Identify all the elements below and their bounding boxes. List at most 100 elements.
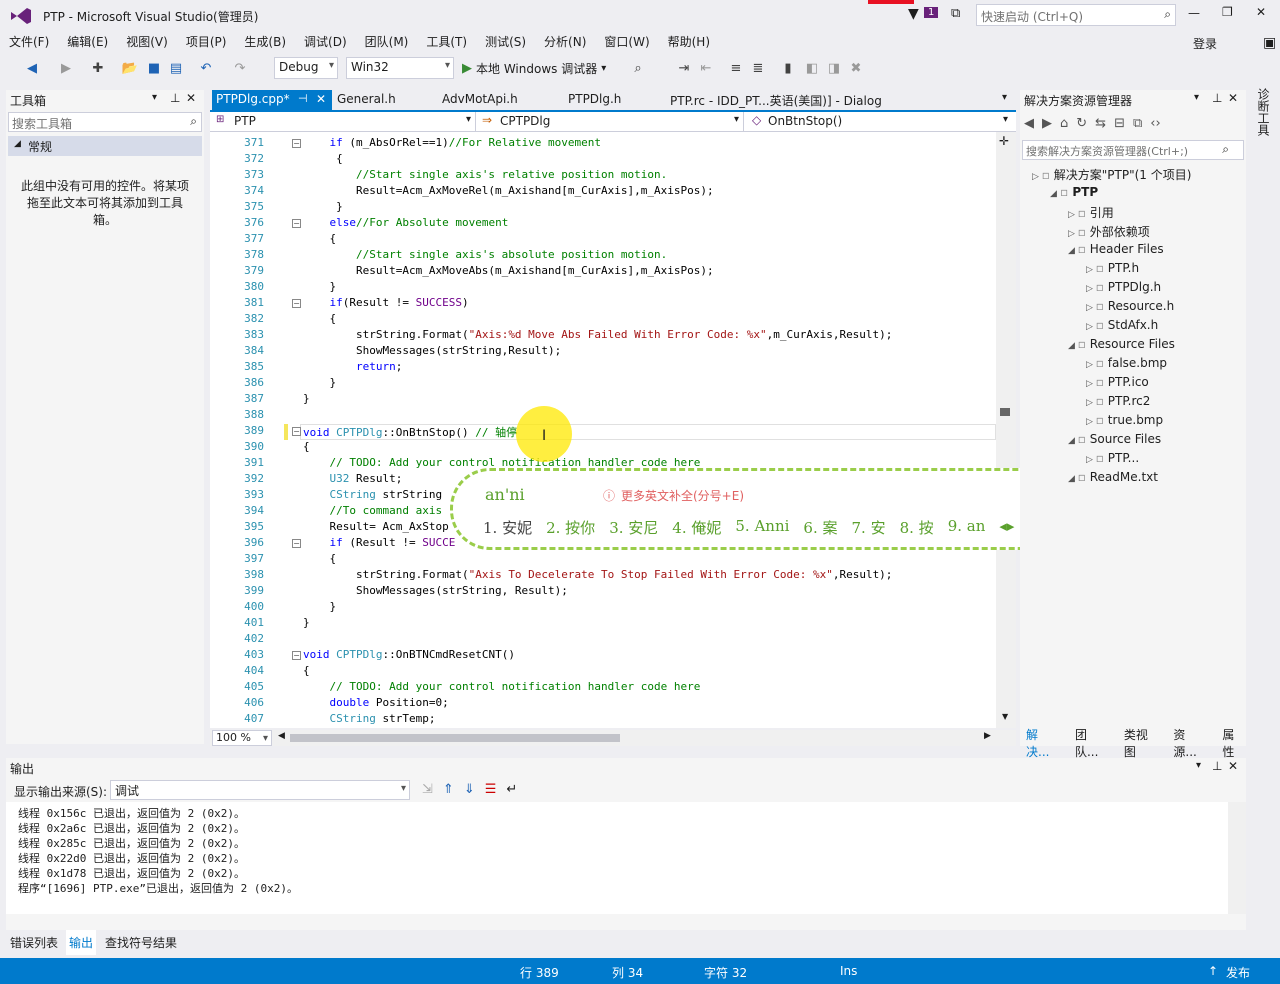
- clear-all-icon[interactable]: ☰: [485, 782, 497, 797]
- tab-ptpdlg-h[interactable]: PTPDlg.h: [568, 92, 621, 106]
- page-arrows-icon[interactable]: ◂▸: [999, 517, 1014, 538]
- back-icon[interactable]: ◀: [22, 58, 42, 78]
- bookmark-icon[interactable]: ▮: [778, 58, 798, 78]
- open-icon[interactable]: 📂: [120, 58, 140, 78]
- fold-toggle-icon[interactable]: −: [292, 139, 301, 148]
- scroll-left-icon[interactable]: ◀: [278, 731, 285, 741]
- split-icon[interactable]: ✛: [999, 134, 1009, 148]
- close-icon[interactable]: ✕: [186, 91, 196, 105]
- config-dropdown[interactable]: Debug: [274, 57, 338, 79]
- tree-item[interactable]: ◢ ▫ Source Files: [1068, 432, 1161, 446]
- menu-help[interactable]: 帮助(H): [659, 30, 719, 53]
- zoom-dropdown[interactable]: 100 %: [212, 730, 272, 746]
- pin-icon[interactable]: ⊣: [298, 92, 308, 105]
- outdent-icon[interactable]: ⇤: [696, 58, 716, 78]
- collapse-icon[interactable]: ⊟: [1114, 116, 1125, 134]
- login-link[interactable]: 登录: [1184, 32, 1226, 55]
- ime-candidate[interactable]: 6. 案: [803, 517, 837, 538]
- forward-icon[interactable]: ▶: [1042, 116, 1052, 134]
- project-dropdown[interactable]: ⊞ PTP ▾: [212, 112, 476, 131]
- tree-item[interactable]: ▷ ▫ PTP.rc2: [1086, 394, 1150, 408]
- expand-arrow-icon[interactable]: ◢: [1050, 189, 1060, 199]
- goto-icon[interactable]: ⇲: [422, 782, 433, 797]
- tab-advmotapi-h[interactable]: AdvMotApi.h: [442, 92, 518, 106]
- expand-arrow-icon[interactable]: ▷: [1086, 360, 1096, 370]
- tab-solution-explorer[interactable]: 解决...: [1026, 726, 1061, 759]
- tab-ptp-rc[interactable]: PTP.rc - IDD_PT...英语(美国)] - Dialog: [670, 92, 882, 109]
- tree-item[interactable]: ▷ ▫ 外部依赖项: [1068, 223, 1150, 240]
- scroll-down-icon[interactable]: ▼: [1002, 712, 1008, 721]
- horizontal-scroll-thumb[interactable]: [290, 734, 620, 742]
- editor-vertical-scrollbar[interactable]: ✛ ▼: [996, 132, 1016, 728]
- tab-properties[interactable]: 属性: [1222, 726, 1246, 759]
- tab-ptpdlg-cpp[interactable]: PTPDlg.cpp* ⊣ ✕: [212, 90, 332, 110]
- filter-icon[interactable]: ▼: [908, 6, 919, 22]
- expand-arrow-icon[interactable]: ▷: [1086, 455, 1096, 465]
- pin-icon[interactable]: ⊥: [170, 91, 180, 105]
- quick-launch[interactable]: 快速启动 (Ctrl+Q) ⌕: [976, 4, 1176, 26]
- ime-candidate[interactable]: 9. an: [948, 517, 986, 538]
- history-icon[interactable]: ↻: [1076, 116, 1087, 134]
- diagnostic-tools-tab[interactable]: 诊断工具: [1256, 88, 1272, 136]
- word-wrap-icon[interactable]: ↵: [506, 782, 517, 797]
- menu-build[interactable]: 生成(B): [235, 30, 295, 53]
- tree-item[interactable]: ▷ ▫ PTP.h: [1086, 261, 1139, 275]
- ime-candidate[interactable]: 2. 按你: [546, 517, 595, 538]
- tree-item[interactable]: ▷ ▫ PTPDlg.h: [1086, 280, 1161, 294]
- tree-item[interactable]: ▷ ▫ false.bmp: [1086, 356, 1167, 370]
- member-dropdown[interactable]: ◇ OnBtnStop() ▾: [748, 112, 1012, 131]
- fold-toggle-icon[interactable]: −: [292, 427, 301, 436]
- pin-icon[interactable]: ⊥: [1212, 759, 1222, 773]
- expand-arrow-icon[interactable]: ▷: [1086, 303, 1096, 313]
- platform-dropdown[interactable]: Win32: [346, 57, 454, 79]
- fold-toggle-icon[interactable]: −: [292, 219, 301, 228]
- tab-team-explorer[interactable]: 团队...: [1075, 726, 1110, 759]
- tree-item[interactable]: ▷ ▫ PTP...: [1086, 451, 1139, 465]
- menu-team[interactable]: 团队(M): [356, 30, 418, 53]
- tree-item[interactable]: ▷ ▫ PTP.ico: [1086, 375, 1149, 389]
- menu-project[interactable]: 项目(P): [177, 30, 236, 53]
- minimize-button[interactable]: —: [1188, 6, 1200, 20]
- expand-arrow-icon[interactable]: ▷: [1086, 322, 1096, 332]
- start-debug-button[interactable]: ▶ 本地 Windows 调试器 ▾: [462, 58, 606, 78]
- tab-general-h[interactable]: General.h: [337, 92, 396, 106]
- prev-message-icon[interactable]: ⇑: [443, 782, 454, 797]
- find-icon[interactable]: ⌕: [628, 58, 648, 78]
- undo-icon[interactable]: ↶: [196, 58, 216, 78]
- scroll-thumb[interactable]: [1000, 408, 1010, 416]
- code-icon[interactable]: ‹›: [1150, 116, 1160, 134]
- comment-icon[interactable]: ≡: [726, 58, 746, 78]
- tree-item[interactable]: ▷ ▫ 解决方案"PTP"(1 个项目): [1032, 166, 1191, 183]
- ime-hint[interactable]: 更多英文补全(分号+E): [621, 487, 744, 504]
- tab-error-list[interactable]: 错误列表: [10, 934, 58, 951]
- menu-file[interactable]: 文件(F): [0, 30, 58, 53]
- expand-arrow-icon[interactable]: ▷: [1068, 229, 1078, 239]
- menu-analyze[interactable]: 分析(N): [535, 30, 595, 53]
- redo-icon[interactable]: ↷: [230, 58, 250, 78]
- expand-arrow-icon[interactable]: ▷: [1086, 417, 1096, 427]
- tab-output[interactable]: 输出: [66, 930, 97, 955]
- ime-candidate[interactable]: 8. 按: [900, 517, 934, 538]
- ime-candidate[interactable]: 7. 安: [852, 517, 886, 538]
- expand-arrow-icon[interactable]: ◢: [1068, 436, 1078, 446]
- panel-menu-icon[interactable]: ▾: [1194, 92, 1199, 103]
- expand-arrow-icon[interactable]: ▷: [1068, 210, 1078, 220]
- expand-arrow-icon[interactable]: ▷: [1032, 172, 1042, 182]
- fold-toggle-icon[interactable]: −: [292, 651, 301, 660]
- expand-arrow-icon[interactable]: ▷: [1086, 265, 1096, 275]
- ime-candidate[interactable]: 3. 安尼: [609, 517, 658, 538]
- expand-arrow-icon[interactable]: ◢: [1068, 341, 1078, 351]
- next-message-icon[interactable]: ⇓: [464, 782, 475, 797]
- scroll-right-icon[interactable]: ▶: [984, 731, 991, 741]
- solution-search[interactable]: 搜索解决方案资源管理器(Ctrl+;) ⌕: [1022, 140, 1244, 160]
- menu-view[interactable]: 视图(V): [117, 30, 177, 53]
- expand-arrow-icon[interactable]: ▷: [1086, 379, 1096, 389]
- back-icon[interactable]: ◀: [1024, 116, 1034, 134]
- feedback-icon[interactable]: ⧉: [951, 6, 960, 21]
- expand-arrow-icon[interactable]: ◢: [1068, 246, 1078, 256]
- menu-debug[interactable]: 调试(D): [295, 30, 356, 53]
- tab-overflow-icon[interactable]: ▾: [1002, 92, 1007, 103]
- account-icon[interactable]: ▣: [1254, 32, 1280, 54]
- publish-button[interactable]: 发布: [1226, 964, 1250, 981]
- expand-arrow-icon[interactable]: ◢: [1068, 474, 1078, 484]
